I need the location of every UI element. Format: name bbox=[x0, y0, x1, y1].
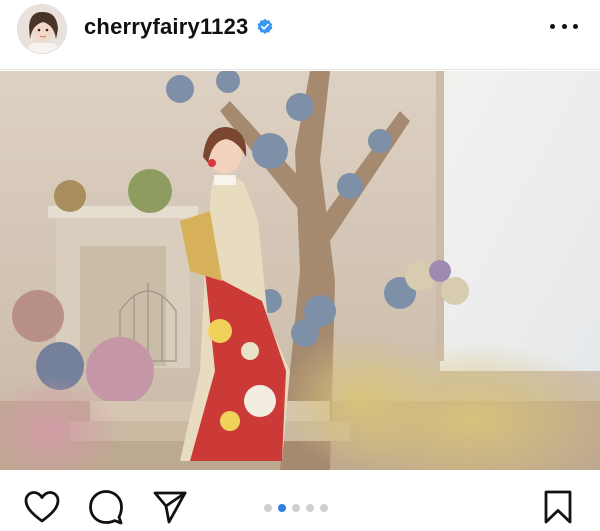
comment-button[interactable] bbox=[86, 489, 126, 525]
kimono-photo bbox=[0, 71, 600, 470]
username-row: cherryfairy1123 bbox=[84, 14, 274, 40]
carousel-dot bbox=[264, 504, 272, 512]
post-image[interactable] bbox=[0, 71, 600, 470]
comment-bubble-icon bbox=[89, 490, 123, 525]
verified-badge-icon bbox=[258, 18, 273, 34]
carousel-indicator bbox=[264, 504, 328, 512]
more-options-icon[interactable] bbox=[550, 14, 578, 38]
paper-plane-icon bbox=[153, 491, 187, 524]
carousel-dot bbox=[320, 504, 328, 512]
user-avatar-photo bbox=[18, 5, 66, 53]
like-button[interactable] bbox=[22, 489, 62, 525]
post-header: cherryfairy1123 bbox=[0, 0, 600, 70]
bookmark-icon bbox=[544, 490, 572, 524]
avatar[interactable] bbox=[17, 4, 67, 54]
carousel-dot-active bbox=[278, 504, 286, 512]
save-button[interactable] bbox=[538, 489, 578, 525]
carousel-dot bbox=[306, 504, 314, 512]
carousel-dot bbox=[292, 504, 300, 512]
heart-icon bbox=[24, 491, 60, 523]
share-button[interactable] bbox=[150, 489, 190, 525]
action-bar bbox=[0, 470, 600, 531]
username[interactable]: cherryfairy1123 bbox=[84, 14, 248, 40]
